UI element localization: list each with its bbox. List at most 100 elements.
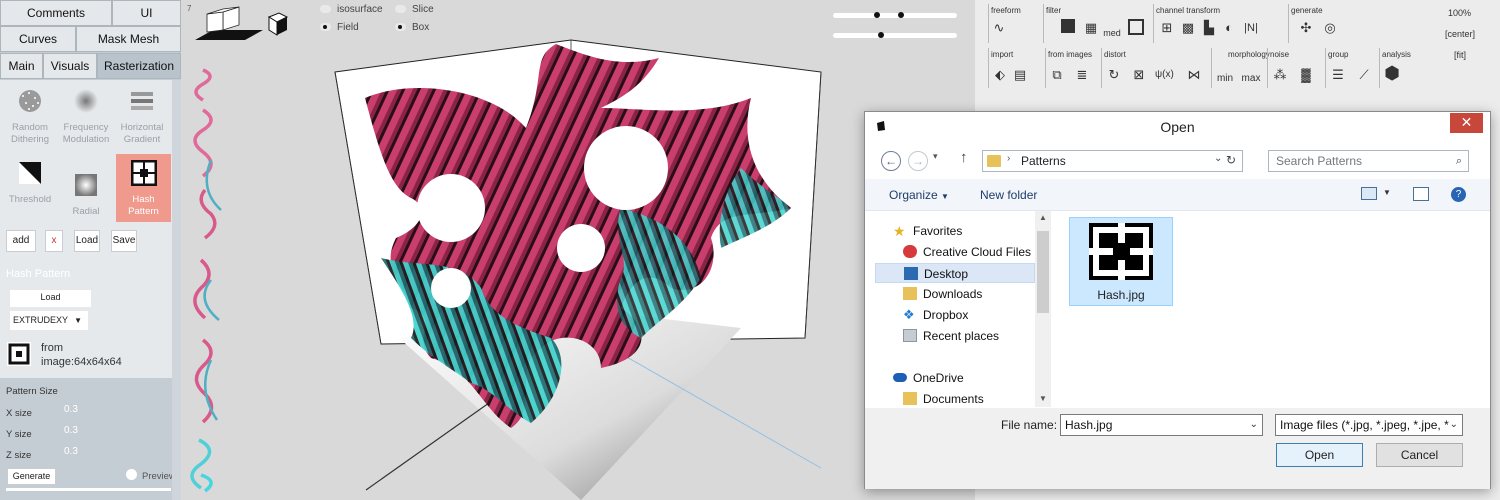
nav-recent-places[interactable]: Recent places [875,326,1035,346]
filter-solid-icon[interactable] [1061,19,1075,33]
preview-checkbox[interactable] [126,469,137,480]
nav-desktop[interactable]: Desktop [875,263,1035,283]
slice-option[interactable]: Slice [395,4,434,15]
histogram-icon[interactable]: ▙ [1200,19,1218,37]
slider-knob[interactable] [897,12,904,18]
generate-spiral-icon[interactable]: ◎ [1321,19,1339,37]
transform-hatch-icon[interactable]: ▩ [1179,19,1197,37]
generate-button[interactable]: Generate [7,468,56,485]
preview-pane-icon[interactable] [1413,187,1429,201]
mode-select[interactable]: EXTRUDEXY ▼ [10,311,88,330]
tab-ui[interactable]: UI [112,0,181,26]
new-folder-button[interactable]: New folder [980,188,1037,202]
file-item[interactable]: Hash.jpg [1069,217,1173,306]
freeform-curve-icon[interactable]: ∿ [990,19,1008,37]
tab-visuals[interactable]: Visuals [43,53,97,79]
dialog-title: Open [1160,119,1195,135]
nav-creative-cloud[interactable]: Creative Cloud Files [875,242,1035,262]
noise-texture-icon[interactable]: ▓ [1297,66,1315,84]
open-button[interactable]: Open [1276,443,1363,467]
import-3d-icon[interactable]: ⬖ [991,66,1009,84]
tab-rasterization[interactable]: Rasterization [97,53,181,79]
tool-threshold[interactable]: Threshold [2,154,58,212]
nav-documents[interactable]: Documents [875,389,1035,407]
distort-rotate-icon[interactable]: ↻ [1105,66,1123,84]
stack-images-icon[interactable]: ⧉ [1048,66,1066,84]
chevron-down-icon[interactable]: ▼ [1383,188,1391,197]
refresh-icon[interactable]: ↻ [1226,153,1236,167]
tool-horizontal-gradient[interactable]: Horizontal Gradient [114,82,170,148]
morph-max-icon[interactable]: max [1239,70,1263,88]
distort-warp-icon[interactable]: ⊠ [1130,66,1148,84]
slider-knob[interactable] [874,12,881,18]
morph-min-icon[interactable]: min [1213,70,1237,88]
scroll-down-icon[interactable]: ▼ [1039,394,1047,403]
breadcrumb-current[interactable]: Patterns [1021,154,1066,168]
cancel-button[interactable]: Cancel [1376,443,1463,467]
tool-random-dithering[interactable]: Random Dithering [2,82,58,148]
distort-function-icon[interactable]: ψ(x) [1155,66,1174,84]
filter-grid-icon[interactable]: ▦ [1082,19,1100,37]
tool-radial[interactable]: Radial [58,166,114,222]
tab-comments[interactable]: Comments [0,0,112,26]
group-wand-icon[interactable]: ⟋ [1355,66,1373,84]
organize-button[interactable]: Organize ▼ [889,188,949,202]
fit-button[interactable]: [fit] [1454,50,1466,60]
file-type-select[interactable]: Image files (*.jpg, *.jpeg, *.jpe, * ⌄ [1275,414,1463,436]
chevron-down-icon: ▼ [74,316,82,325]
field-option[interactable]: Field [320,22,359,33]
box-option[interactable]: Box [395,22,429,33]
navigation-scrollbar[interactable]: ▲ ▼ [1035,211,1051,407]
3d-viewport[interactable]: 7 isosurface Slice Field Box [181,0,975,500]
tool-hash-pattern[interactable]: Hash Pattern [116,154,171,222]
transform-split-icon[interactable]: ⊞ [1158,19,1176,37]
center-button[interactable]: [center] [1445,29,1475,39]
pattern-load-button[interactable]: Load [10,290,91,307]
import-file-icon[interactable]: ▤ [1011,66,1029,84]
search-input[interactable]: Search Patterns ⌕ [1268,150,1469,172]
panel-scrollbar[interactable] [172,80,181,500]
tab-main[interactable]: Main [0,53,43,79]
distort-mirror-icon[interactable]: ⋈ [1185,66,1203,84]
onedrive-icon [893,373,907,382]
z-size-value[interactable]: 0.3 [64,446,78,457]
back-icon[interactable]: ← [881,151,901,171]
isosurface-option[interactable]: isosurface [320,4,383,15]
save-button[interactable]: Save [111,230,137,252]
tab-mask-mesh[interactable]: Mask Mesh [76,26,181,52]
noise-scatter-icon[interactable]: ⁂ [1271,66,1289,84]
tab-curves[interactable]: Curves [0,26,76,52]
view-options-icon[interactable] [1361,187,1377,200]
generate-gradient-icon[interactable]: ✣ [1297,19,1315,37]
file-name-field[interactable]: Hash.jpg ⌄ [1060,414,1263,436]
range-slider-1[interactable] [833,12,957,18]
nav-onedrive[interactable]: OneDrive [875,368,1035,388]
forward-icon[interactable]: → [908,151,928,171]
scroll-thumb[interactable] [1037,231,1049,313]
remove-button[interactable]: x [45,230,63,252]
transform-invert-icon[interactable]: ◐ [1220,19,1238,37]
nav-favorites[interactable]: ★ Favorites [875,221,1035,241]
address-bar[interactable]: › Patterns ⌄ ↻ [982,150,1243,172]
y-size-value[interactable]: 0.3 [64,425,78,436]
tool-frequency-modulation[interactable]: Frequency Modulation [58,82,114,152]
normalize-icon[interactable]: |N| [1242,19,1260,37]
close-button[interactable]: ✕ [1450,113,1483,133]
help-icon[interactable]: ? [1451,187,1466,202]
filter-frame-icon[interactable] [1128,19,1144,35]
up-icon[interactable]: ↑ [960,149,968,166]
divider [988,48,989,88]
layers-icon[interactable]: ≣ [1073,66,1091,84]
view-cube-icon[interactable] [193,4,293,44]
group-stack-icon[interactable]: ☰ [1329,66,1347,84]
load-button[interactable]: Load [74,230,100,252]
add-button[interactable]: add [6,230,36,252]
nav-downloads[interactable]: Downloads [875,284,1035,304]
address-dropdown-icon[interactable]: ⌄ [1214,153,1222,164]
history-chevron-icon[interactable]: ▾ [933,151,938,162]
analysis-hexagon-icon[interactable]: ⬢ [1383,64,1401,82]
nav-dropbox[interactable]: ❖ Dropbox [875,305,1035,325]
x-size-value[interactable]: 0.3 [64,404,78,415]
median-filter-icon[interactable]: med [1103,24,1121,42]
scroll-up-icon[interactable]: ▲ [1039,213,1047,222]
